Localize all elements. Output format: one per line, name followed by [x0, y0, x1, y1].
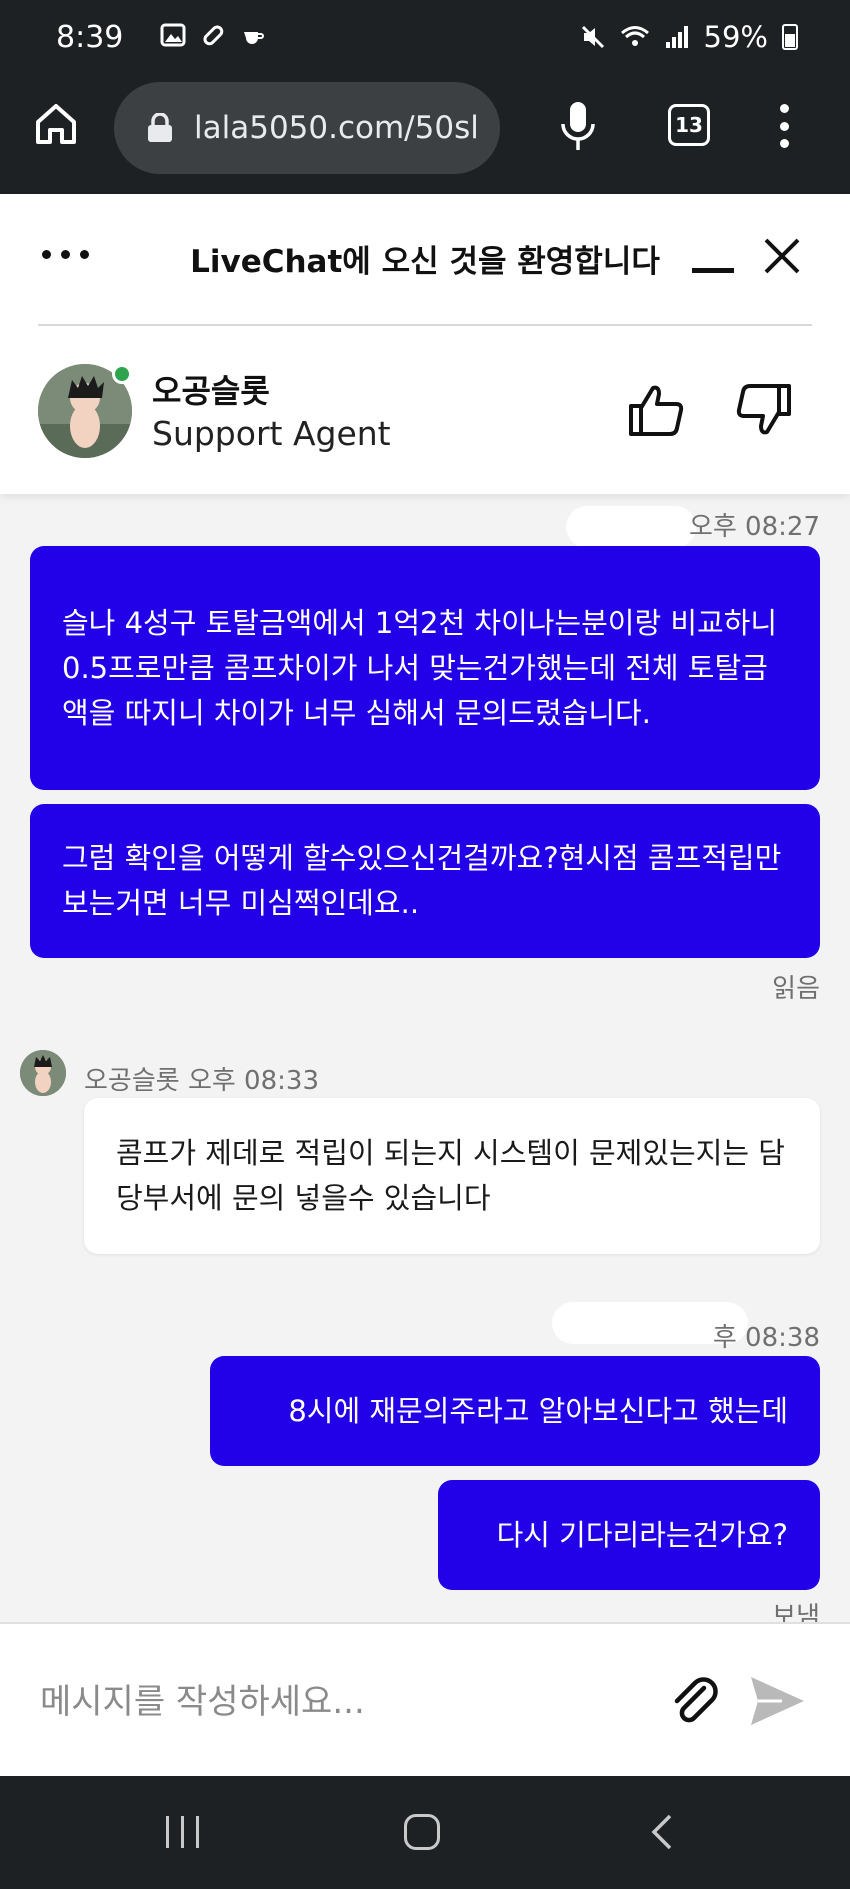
lock-icon — [148, 113, 172, 142]
url-bar[interactable]: lala5050.com/50sl — [114, 82, 500, 174]
home-icon[interactable] — [32, 100, 80, 148]
online-status-dot — [112, 364, 132, 384]
recent-apps-icon[interactable] — [166, 1816, 199, 1848]
message-text: 8시에 재문의주라고 알아보신다고 했는데 — [288, 1393, 788, 1428]
agent-message-meta: 오공슬롯 오후 08:33 — [84, 1060, 319, 1097]
chat-title: LiveChat에 오신 것을 환영합니다 — [190, 244, 660, 280]
message-timestamp: 후 08:38 — [712, 1323, 820, 1353]
battery-percent: 59% — [703, 20, 768, 54]
message-input-placeholder[interactable]: 메시지를 작성하세요... — [40, 1674, 365, 1723]
status-bar: 8:39 59% — [0, 0, 850, 76]
header-divider — [38, 324, 812, 326]
chat-message-sent: 8시에 재문의주라고 알아보신다고 했는데 — [210, 1356, 820, 1466]
browser-toolbar: lala5050.com/50sl 13 — [0, 76, 850, 194]
chat-message-sent: 다시 기다리라는건가요? — [438, 1480, 820, 1590]
message-timestamp: 오후 08:33 — [187, 1066, 319, 1096]
chat-header: LiveChat에 오신 것을 환영합니다 오공슬롯 Support Agent — [0, 194, 850, 494]
battery-icon — [782, 24, 798, 50]
message-timestamp: 오후 08:27 — [688, 512, 820, 542]
chat-message-sent: 슬나 4성구 토탈금액에서 1억2천 차이나는분이랑 비교하니 0.5프로만큼 … — [30, 546, 820, 790]
url-text: lala5050.com/50sl — [194, 110, 479, 146]
message-text: 그럼 확인을 어떻게 할수있으신건걸까요?현시점 콤프적립만 보는거면 너무 미… — [62, 841, 782, 920]
mute-icon — [581, 25, 604, 49]
signal-icon — [665, 26, 688, 48]
status-time: 8:39 — [56, 20, 124, 55]
message-text: 슬나 4성구 토탈금액에서 1억2천 차이나는분이랑 비교하니 0.5프로만큼 … — [62, 605, 778, 730]
minimize-button[interactable] — [692, 268, 734, 273]
agent-message-name: 오공슬롯 — [84, 1066, 180, 1096]
home-nav-icon[interactable] — [404, 1814, 440, 1850]
paperclip-icon[interactable] — [668, 1674, 724, 1730]
microphone-icon[interactable] — [558, 100, 598, 152]
close-icon[interactable] — [762, 236, 802, 276]
message-text: 다시 기다리라는건가요? — [496, 1517, 788, 1552]
notification-icons — [160, 22, 266, 48]
thumbs-down-icon[interactable] — [734, 380, 794, 440]
agent-name: 오공슬롯 — [152, 372, 270, 410]
chat-message-sent: 그럼 확인을 어떻게 할수있으신건걸까요?현시점 콤프적립만 보는거면 너무 미… — [30, 804, 820, 958]
status-right: 59% — [580, 20, 798, 54]
tab-switcher-button[interactable]: 13 — [668, 104, 710, 146]
back-icon[interactable] — [648, 1814, 678, 1850]
thumbs-up-icon[interactable] — [626, 380, 686, 440]
system-navigation-bar — [0, 1776, 850, 1889]
wifi-icon — [620, 26, 649, 46]
agent-small-avatar — [20, 1050, 66, 1096]
message-text: 콤프가 제데로 적립이 되는지 시스템이 문제있는지는 담당부서에 문의 넣을수… — [116, 1136, 785, 1215]
message-composer[interactable]: 메시지를 작성하세요... — [0, 1622, 850, 1776]
cup-icon — [244, 32, 264, 44]
agent-role: Support Agent — [152, 414, 391, 453]
gallery-icon — [160, 23, 186, 47]
send-icon[interactable] — [748, 1674, 806, 1728]
more-menu-icon[interactable] — [772, 104, 796, 148]
read-receipt: 읽음 — [772, 974, 820, 1004]
redacted-mark — [566, 506, 696, 548]
chat-message-received: 콤프가 제데로 적립이 되는지 시스템이 문제있는지는 담당부서에 문의 넣을수… — [84, 1098, 820, 1254]
pill-icon — [203, 25, 224, 46]
